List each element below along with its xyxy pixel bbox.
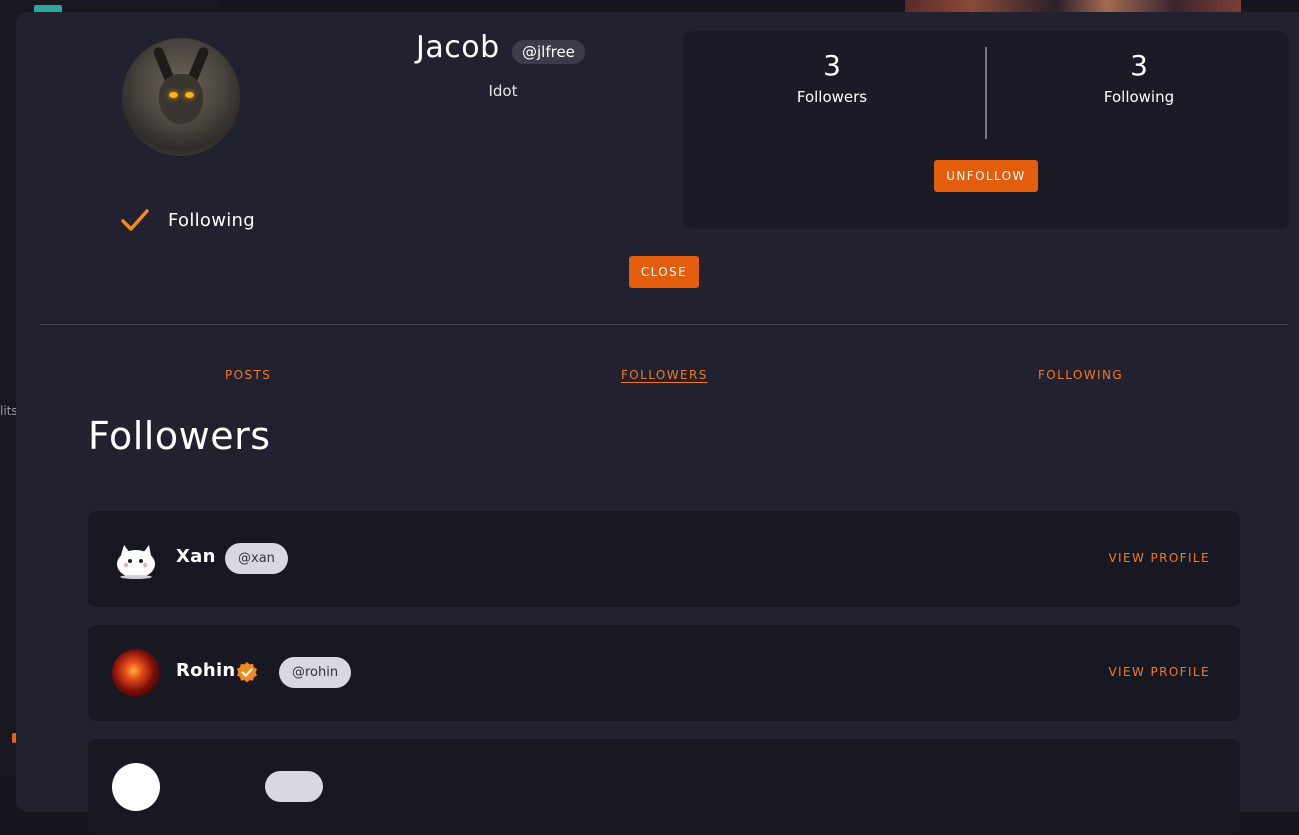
profile-handle: @jlfree <box>512 40 585 64</box>
followers-stat[interactable]: 3 Followers <box>732 49 932 106</box>
section-divider <box>40 324 1288 325</box>
background-image <box>905 0 1241 12</box>
profile-avatar <box>122 38 240 156</box>
profile-modal: Following Jacob @jlfree Idot 3 Followers… <box>16 12 1299 835</box>
fire-avatar-icon[interactable] <box>112 649 160 697</box>
following-count: 3 <box>1130 49 1148 82</box>
tab-following[interactable]: FOLLOWING <box>1038 368 1123 382</box>
follower-name: Rohin <box>176 660 236 681</box>
profile-name: Jacob <box>416 30 500 65</box>
view-profile-link[interactable]: VIEW PROFILE <box>1108 665 1210 679</box>
followers-label: Followers <box>796 88 868 106</box>
follower-handle: @xan <box>225 543 288 574</box>
white-cat-avatar-icon[interactable] <box>112 535 160 583</box>
follower-card: Xan @xan VIEW PROFILE <box>88 511 1240 607</box>
profile-bio: Idot <box>488 82 518 100</box>
check-icon <box>121 209 149 231</box>
following-stat[interactable]: 3 Following <box>1039 49 1239 106</box>
following-label: Following <box>1103 88 1175 106</box>
stats-divider <box>985 47 987 139</box>
following-status-label: Following <box>168 209 255 231</box>
followers-count: 3 <box>823 49 841 82</box>
tab-posts[interactable]: POSTS <box>225 368 271 382</box>
close-button[interactable]: CLOSE <box>629 256 699 288</box>
view-profile-link[interactable]: VIEW PROFILE <box>1108 551 1210 565</box>
stats-card: 3 Followers 3 Following UNFOLLOW <box>683 31 1289 229</box>
follower-card: Rohin @rohin VIEW PROFILE <box>88 625 1240 721</box>
follower-handle: @rohin <box>279 657 352 688</box>
tab-followers[interactable]: FOLLOWERS <box>621 368 708 382</box>
unfollow-button[interactable]: UNFOLLOW <box>934 160 1038 192</box>
background-text: lits <box>0 404 18 418</box>
following-status: Following <box>120 204 255 236</box>
verified-badge-icon <box>237 662 257 683</box>
white-avatar-icon[interactable] <box>112 763 160 811</box>
follower-name: Xan <box>176 546 216 567</box>
follower-card <box>88 739 1240 835</box>
section-title: Followers <box>88 414 271 458</box>
